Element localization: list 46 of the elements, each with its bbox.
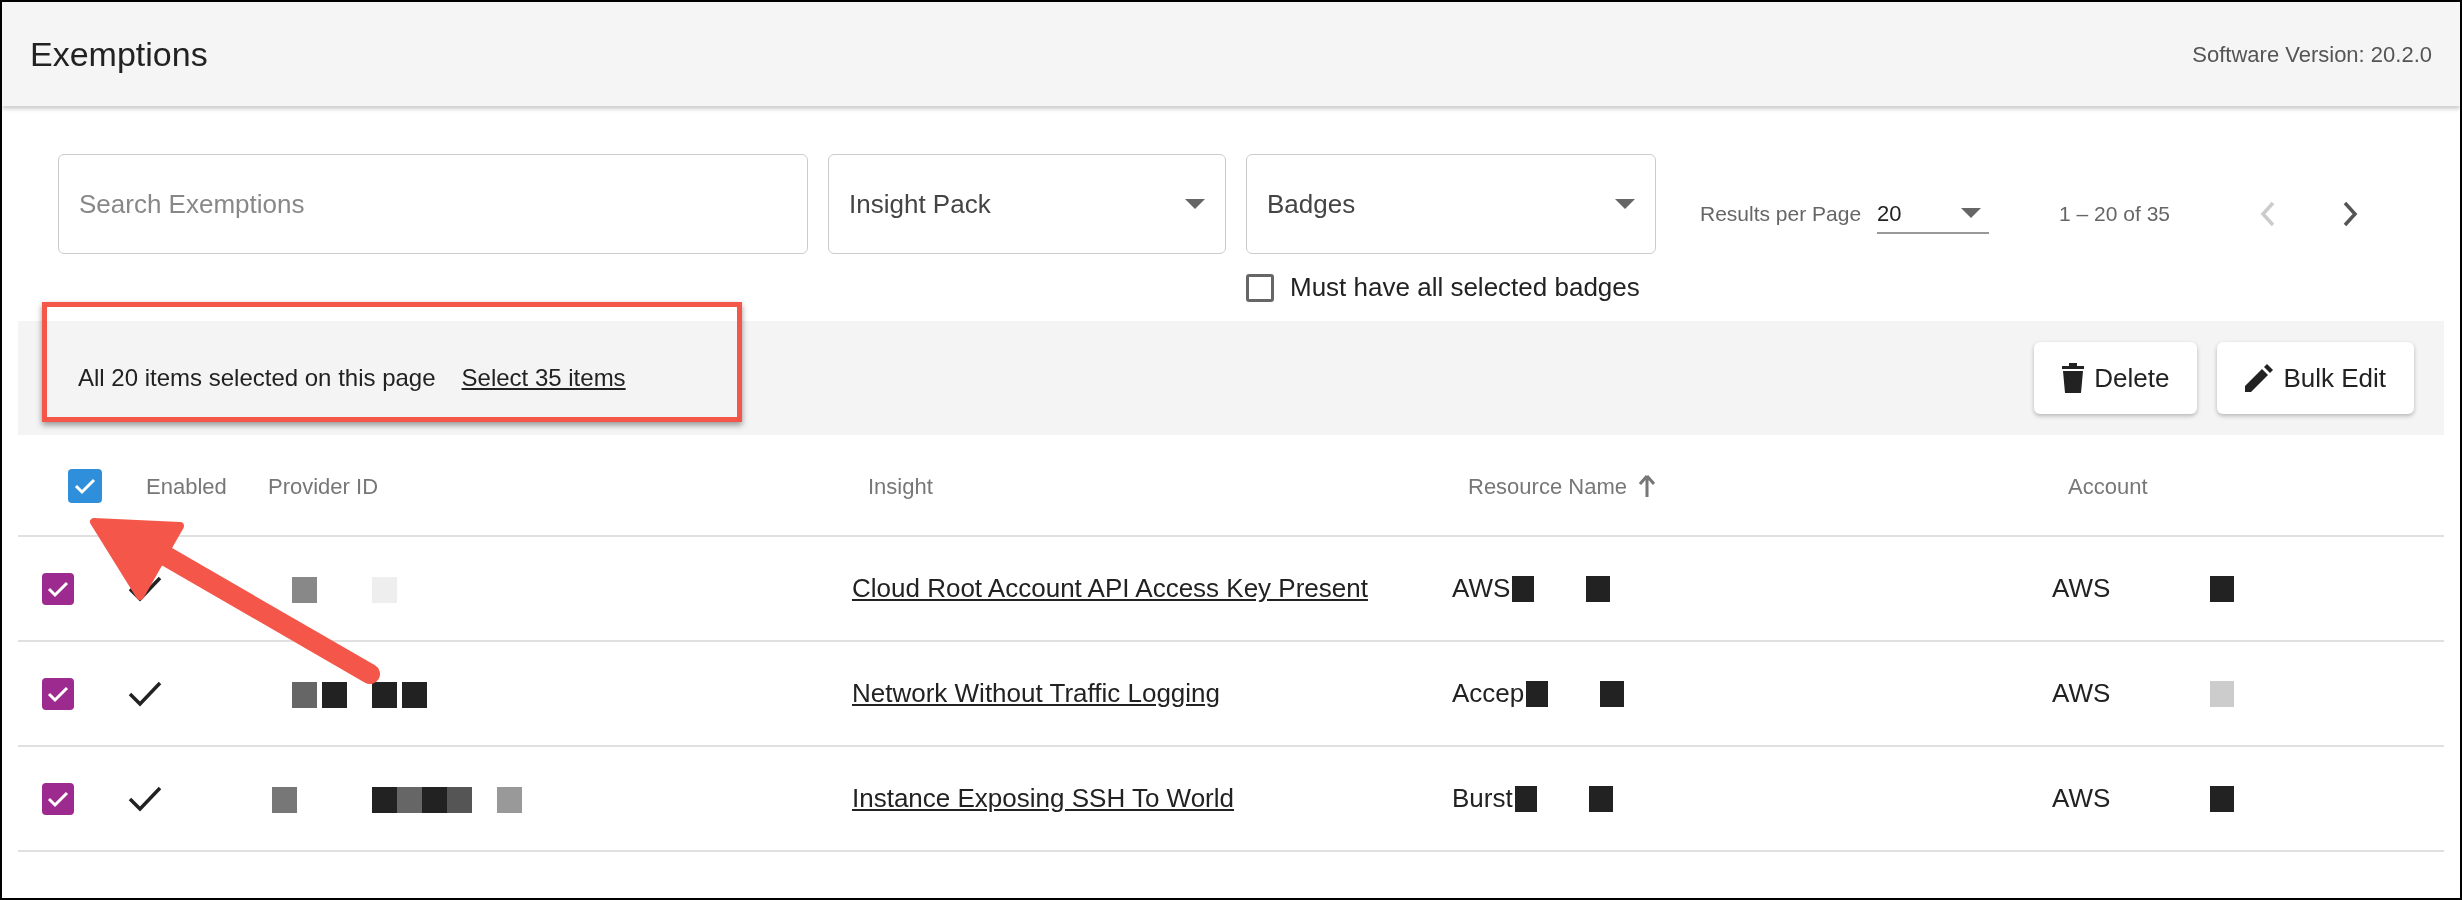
column-header[interactable]: Account [2068,469,2148,503]
dropdown-caret-icon [1615,199,1635,209]
trash-icon [2062,363,2085,393]
bulk-edit-button[interactable]: Bulk Edit [2217,342,2414,414]
page-title: Exemptions [30,33,208,75]
row-checkbox[interactable] [42,572,74,605]
table-cell-text: AWS [2052,782,2111,815]
dropdown-caret-icon [1961,208,1982,218]
column-header[interactable]: Resource Name [1468,469,1627,503]
checkmark-icon [47,579,69,598]
redacted-text-drawing [2210,575,2235,602]
redacted-text-drawing [2210,680,2235,707]
row-checkbox[interactable] [42,782,74,815]
per-page-select[interactable]: 20 [1877,194,1990,234]
checkbox-label: Must have all selected badges [1290,271,1640,304]
table-cell-text: Burst [1452,782,1513,815]
select-all-link[interactable]: Select 35 items [461,360,626,396]
checkmark-icon [74,477,96,495]
results-per-page-label: Results per Page [1700,201,1862,228]
column-header[interactable]: Provider ID [268,469,379,503]
redacted-text-drawing [2210,785,2235,812]
pencil-icon [2245,364,2274,392]
select-all-checkbox[interactable] [68,469,102,503]
delete-button[interactable]: Delete [2034,342,2198,414]
table-cell-text: AWS [1452,572,1511,605]
page-range: 1 – 20 of 35 [2059,201,2171,228]
insight-link[interactable]: Network Without Traffic Logging [852,678,1221,708]
table-cell-text: Accep [1452,677,1525,710]
column-header[interactable]: Insight [868,469,933,503]
column-header[interactable]: Enabled [146,469,227,503]
sort-ascending-icon [1638,475,1655,497]
insight-link[interactable]: Instance Exposing SSH To World [852,783,1234,813]
dropdown-caret-icon [1185,199,1205,209]
table-cell-text: AWS [2052,572,2111,605]
search-field[interactable]: Search Exemptions [58,154,808,254]
insight-pack-dropdown[interactable]: Insight Pack [828,154,1226,254]
selection-message: All 20 items selected on this page [78,363,436,393]
checkbox[interactable] [1246,273,1274,302]
software-version: Software Version: 20.2.0 [2192,40,2432,69]
badges-dropdown[interactable]: Badges [1246,154,1656,254]
checkmark-icon [47,789,69,808]
table-cell-text: AWS [2052,677,2111,710]
next-page-icon[interactable] [2342,201,2359,227]
checkmark-icon [47,684,69,703]
insight-link[interactable]: Cloud Root Account API Access Key Present [852,573,1368,603]
row-checkbox[interactable] [42,677,74,710]
